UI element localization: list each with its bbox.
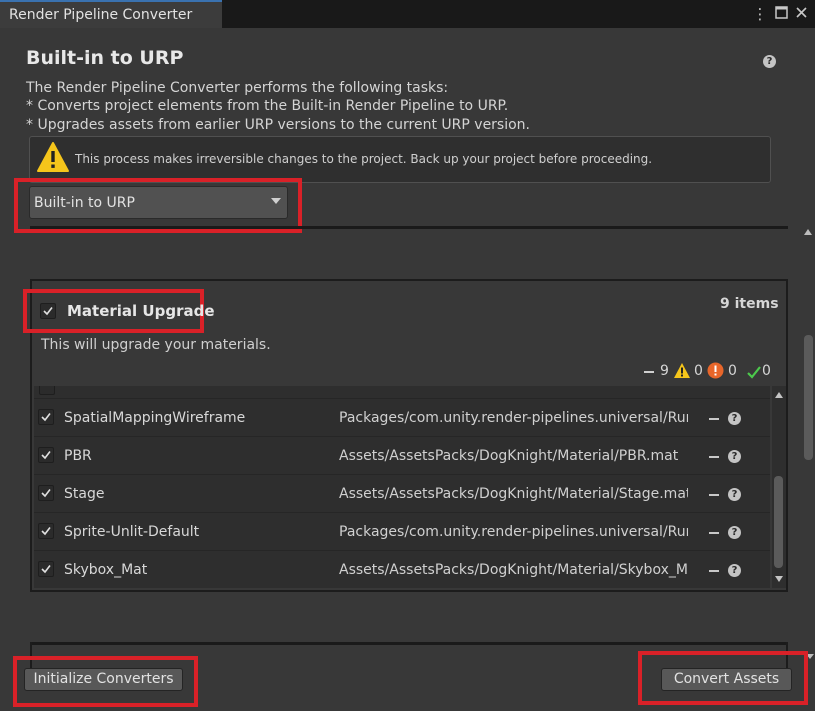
initialize-converters-button[interactable]: Initialize Converters [24,668,183,691]
item-checkbox[interactable] [38,561,54,577]
convert-assets-button[interactable]: Convert Assets [661,668,792,691]
status-pending-icon [709,418,719,420]
help-icon[interactable]: ? [763,55,776,68]
converter-checkbox[interactable] [40,303,56,319]
scroll-up-icon[interactable] [804,229,812,235]
description-line: * Upgrades assets from earlier URP versi… [26,117,531,133]
dropdown-value: Built-in to URP [34,195,135,211]
pending-icon [644,371,654,373]
list-scrollbar-thumb[interactable] [774,476,783,568]
item-name: Skybox_Mat [64,562,148,578]
row-divider [34,474,770,475]
maximize-icon[interactable] [773,6,789,22]
item-help-icon[interactable]: ? [728,450,741,463]
warnings-count: 0 [694,363,703,379]
success-icon [747,364,761,383]
warning-small-icon [673,362,691,383]
row-divider [34,550,770,551]
page-title: Built-in to URP [26,47,184,69]
chevron-down-icon [271,198,281,204]
outer-scrollbar-thumb[interactable] [804,335,813,460]
converter-description: This will upgrade your materials. [41,337,271,353]
close-icon[interactable] [793,6,809,22]
more-vertical-icon[interactable]: ⋮ [752,6,768,22]
item-checkbox[interactable] [38,409,54,425]
status-pending-icon [709,570,719,572]
scroll-down-icon[interactable] [775,576,783,582]
item-help-icon[interactable]: ? [728,412,741,425]
error-icon [707,362,724,383]
item-checkbox[interactable] [38,485,54,501]
warning-text: This process makes irreversible changes … [75,152,653,166]
errors-count: 0 [728,363,737,379]
item-help-icon[interactable]: ? [728,488,741,501]
next-panel-border [30,642,788,645]
success-count: 0 [762,363,771,379]
warning-icon [36,141,70,177]
list-item-partial [34,386,770,396]
row-divider [34,512,770,513]
window-tab-title: Render Pipeline Converter [9,7,193,23]
status-pending-icon [709,494,719,496]
item-checkbox[interactable] [38,447,54,463]
item-path: Assets/AssetsPacks/DogKnight/Material/St… [339,486,688,502]
items-count: 9 items [720,296,779,312]
row-divider [34,398,770,399]
item-help-icon[interactable]: ? [728,564,741,577]
scroll-up-icon[interactable] [775,392,783,398]
item-name: Stage [64,486,105,502]
status-pending-icon [709,532,719,534]
item-name: SpatialMappingWireframe [64,410,246,426]
description-line: * Converts project elements from the Bui… [26,98,509,114]
item-help-icon[interactable]: ? [728,526,741,539]
divider [30,226,788,229]
row-divider [34,436,770,437]
converter-title: Material Upgrade [67,302,215,320]
status-pending-icon [709,456,719,458]
item-path: Assets/AssetsPacks/DogKnight/Material/Sk… [339,562,688,578]
item-checkbox[interactable] [38,523,54,539]
description-line: The Render Pipeline Converter performs t… [26,80,449,96]
item-path: Assets/AssetsPacks/DogKnight/Material/PB… [339,448,679,464]
item-path: Packages/com.unity.render-pipelines.univ… [339,410,688,426]
item-name: PBR [64,448,92,464]
pending-count: 9 [660,363,669,379]
item-name: Sprite-Unlit-Default [64,524,200,540]
item-path: Packages/com.unity.render-pipelines.univ… [339,524,688,540]
